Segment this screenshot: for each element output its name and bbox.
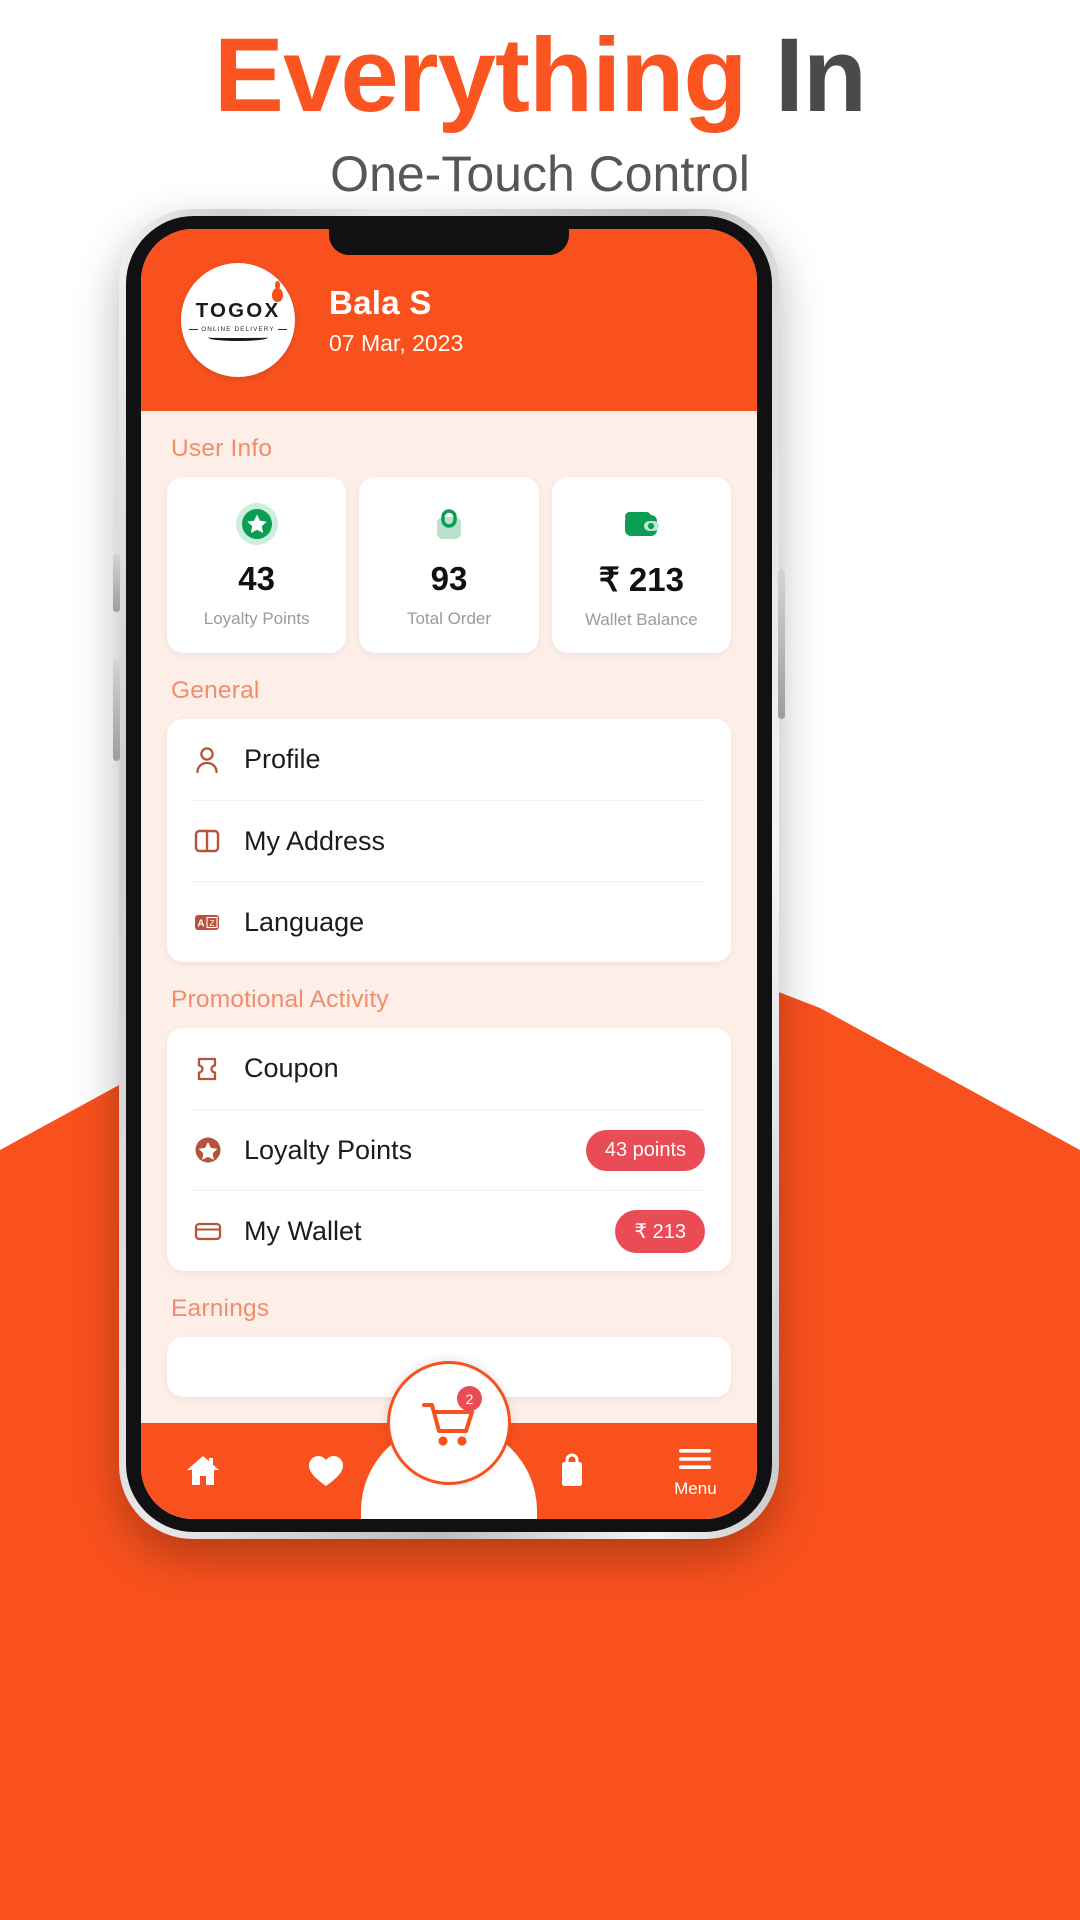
stat-card-wallet[interactable]: ₹ 213 Wallet Balance (551, 477, 731, 653)
current-date: 07 Mar, 2023 (329, 329, 464, 356)
cart-badge: 2 (457, 1386, 482, 1411)
flame-icon (272, 281, 284, 302)
svg-text:Z: Z (209, 918, 214, 928)
wallet-icon (618, 501, 664, 547)
nav-item-label: Menu (674, 1478, 717, 1498)
logo-tagline: ONLINE DELIVERY (189, 326, 287, 333)
stat-card-loyalty[interactable]: 43 Loyalty Points (167, 477, 347, 653)
phone-volume-down-button[interactable] (113, 659, 120, 761)
section-title-earnings: Earnings (171, 1295, 270, 1322)
status-badge: ₹ 213 (615, 1209, 705, 1253)
list-item-my-address[interactable]: My Address (193, 800, 705, 881)
section-title-general: General (171, 677, 260, 704)
section-title-user-info: User Info (171, 435, 273, 462)
section-title-promotional: Promotional Activity (171, 986, 389, 1013)
list-item-label: Profile (244, 744, 321, 774)
list-item-label: Language (244, 906, 365, 937)
list-item-label: My Address (244, 825, 386, 856)
list-item-label: Coupon (244, 1053, 339, 1083)
stat-value: 93 (430, 560, 468, 597)
nav-item-orders[interactable] (511, 1423, 634, 1519)
logo-wordmark: TOGOX (195, 281, 284, 323)
phone-screen: TOGOX ONLINE DELIVERY Bala S 07 Mar, 202… (141, 229, 757, 1519)
card-icon (193, 1216, 231, 1246)
app-header: TOGOX ONLINE DELIVERY Bala S 07 Mar, 202… (141, 229, 757, 411)
heart-icon (308, 1456, 343, 1486)
list-item-my-wallet[interactable]: My Wallet ₹ 213 (193, 1190, 705, 1271)
tagline-dash-right (277, 329, 287, 330)
stats-row: 43 Loyalty Points 93 Total Order ₹ 213 W… (167, 477, 731, 653)
list-item-label: Loyalty Points (244, 1134, 413, 1165)
coupon-icon (193, 1054, 231, 1084)
header-user-block: Bala S 07 Mar, 2023 (329, 284, 463, 357)
stat-label: Loyalty Points (203, 609, 310, 628)
home-icon (186, 1456, 219, 1485)
promotional-list-card: Coupon Loyalty Points 43 points My Walle… (167, 1028, 731, 1271)
cart-fab-button[interactable]: 2 (387, 1361, 511, 1485)
nav-item-menu[interactable]: Menu (634, 1423, 757, 1519)
phone-power-button[interactable] (778, 569, 785, 719)
stat-card-total-order[interactable]: 93 Total Order (359, 477, 539, 653)
brand-logo-avatar: TOGOX ONLINE DELIVERY (181, 263, 295, 377)
nav-item-favorites[interactable] (264, 1423, 387, 1519)
app-body[interactable]: User Info 43 Loyalty Points 93 Total Ord… (141, 411, 757, 1519)
language-icon: AZ (193, 907, 231, 937)
logo-word-text: TOGOX (195, 299, 281, 322)
tagline-dash-left (189, 329, 199, 330)
user-icon (193, 745, 231, 775)
general-list-card: Profile My Address AZ Language (167, 719, 731, 962)
user-name: Bala S (329, 283, 432, 321)
list-item-profile[interactable]: Profile (193, 719, 705, 800)
headline-accent-word: Everything (213, 17, 748, 134)
phone-volume-up-button[interactable] (113, 554, 120, 612)
stat-label: Wallet Balance (584, 609, 698, 629)
stat-label: Total Order (406, 609, 492, 628)
headline-line-1: Everything In (0, 14, 1080, 138)
shopping-bag-icon (426, 501, 472, 547)
status-badge: 43 points (585, 1129, 705, 1171)
list-item-language[interactable]: AZ Language (193, 881, 705, 962)
star-badge-icon (234, 501, 280, 547)
headline-block: Everything In One-Touch Control (0, 14, 1080, 204)
headline-rest-word: In (774, 17, 867, 134)
list-item-coupon[interactable]: Coupon (193, 1028, 705, 1109)
phone-mockup: TOGOX ONLINE DELIVERY Bala S 07 Mar, 202… (113, 209, 785, 1539)
phone-notch (329, 229, 569, 255)
star-circle-icon (193, 1135, 231, 1165)
headline-subtitle: One-Touch Control (330, 145, 750, 202)
stat-value: 43 (238, 560, 276, 597)
logo-tagline-text: ONLINE DELIVERY (201, 326, 275, 333)
nav-item-home[interactable] (141, 1423, 264, 1519)
stat-value: ₹ 213 (598, 560, 684, 598)
logo-underline-swash (208, 334, 268, 341)
list-item-label: My Wallet (244, 1215, 362, 1246)
address-book-icon (193, 826, 231, 856)
svg-text:A: A (197, 918, 204, 929)
list-item-loyalty-points[interactable]: Loyalty Points 43 points (193, 1109, 705, 1190)
bag-icon (562, 1453, 583, 1486)
hamburger-menu-icon (679, 1448, 712, 1469)
